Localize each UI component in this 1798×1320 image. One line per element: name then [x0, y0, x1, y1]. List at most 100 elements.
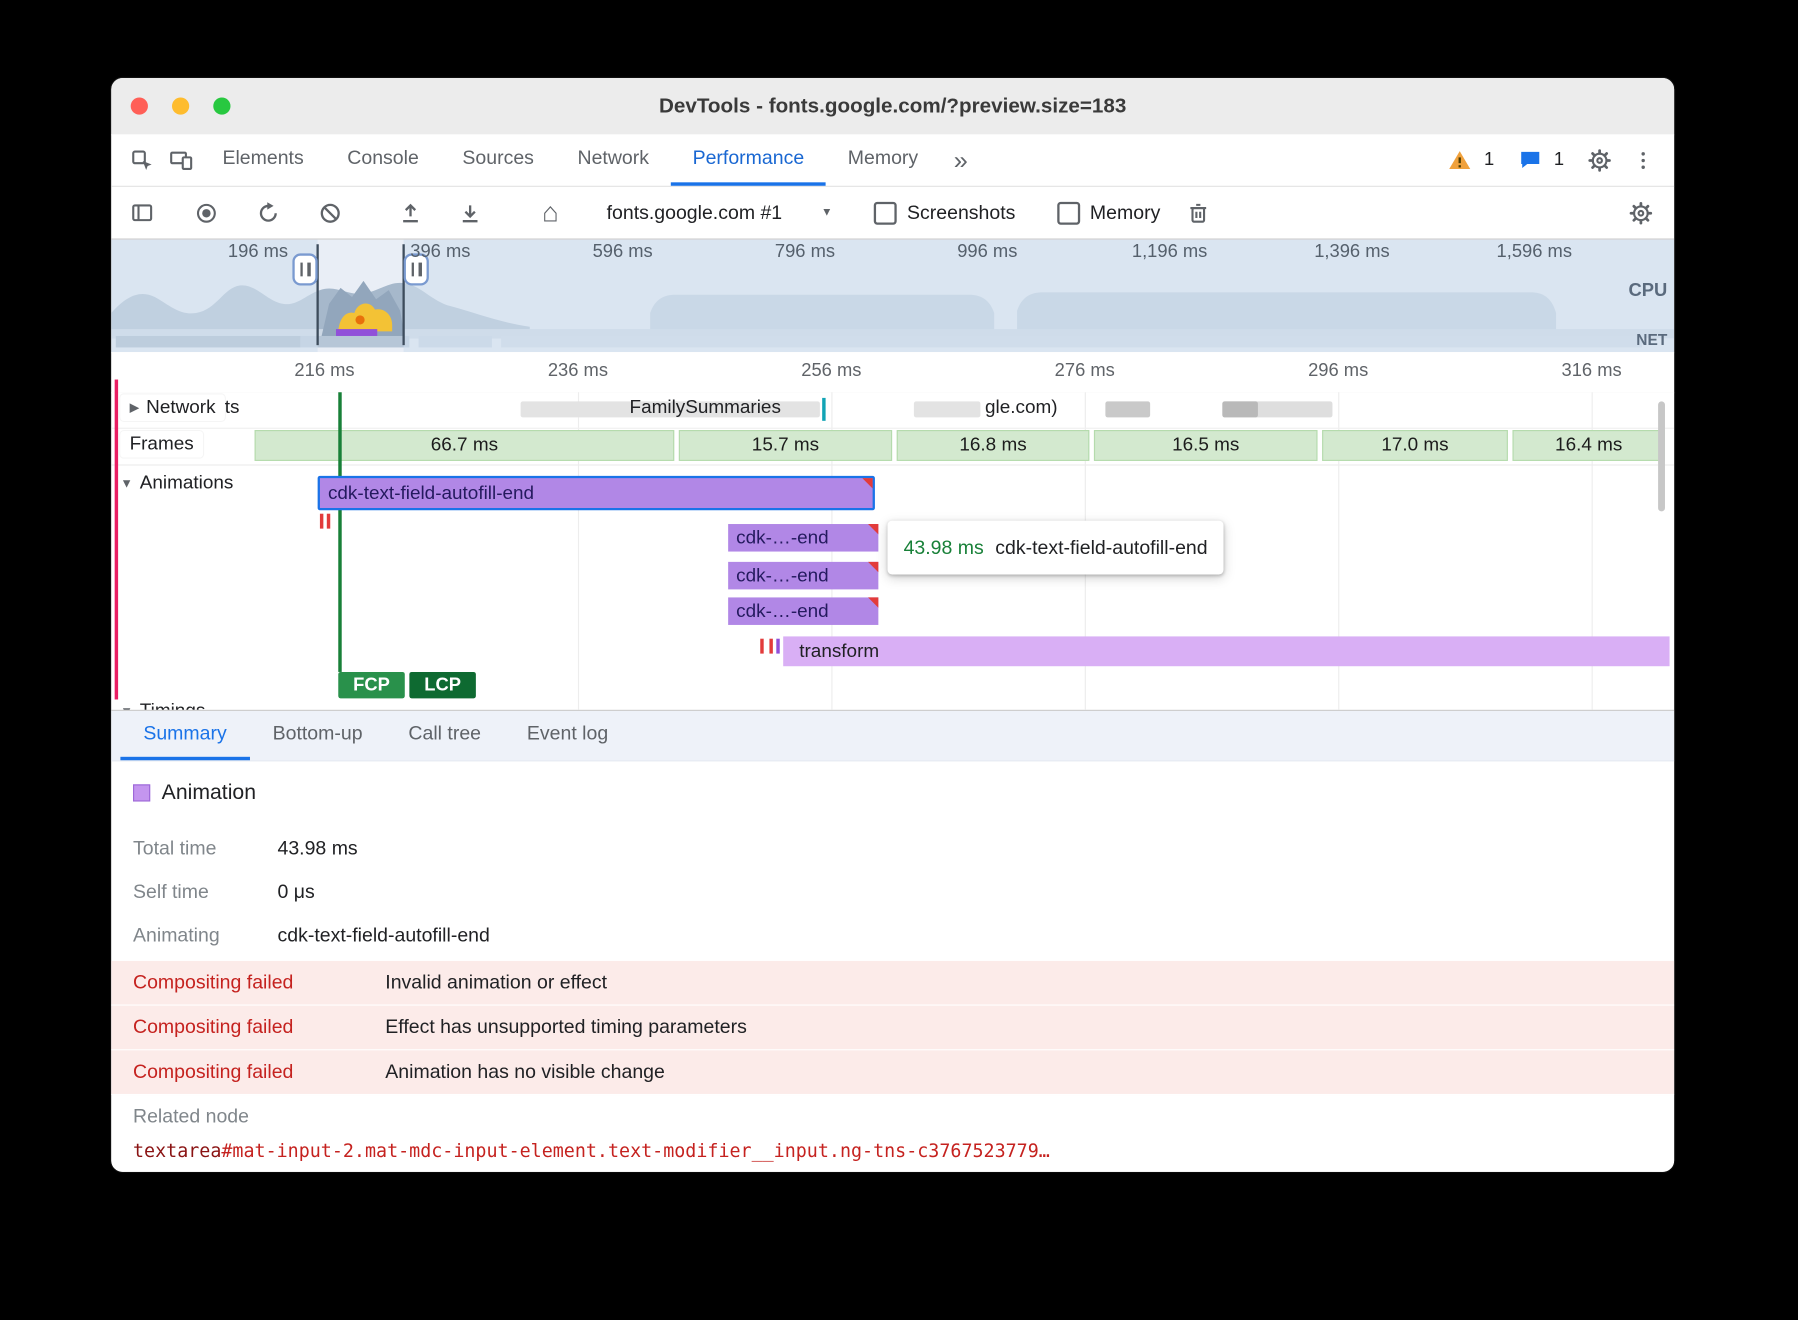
home-icon[interactable]: ⌂: [531, 193, 570, 232]
issues-message-icon[interactable]: [1510, 140, 1549, 179]
compositing-failed-label: Compositing failed: [133, 1016, 385, 1039]
history-caret-icon[interactable]: ▼: [821, 206, 832, 219]
network-request-label: ts: [225, 397, 240, 419]
tab-console[interactable]: Console: [326, 134, 441, 186]
lcp-badge[interactable]: LCP: [409, 672, 476, 698]
network-request-bar[interactable]: [1222, 401, 1258, 417]
kebab-menu-icon[interactable]: [1624, 140, 1663, 179]
collect-garbage-icon[interactable]: [1179, 193, 1218, 232]
tab-network[interactable]: Network: [556, 134, 671, 186]
vertical-scrollbar[interactable]: [1658, 401, 1665, 511]
network-track-header[interactable]: ▶ Network: [120, 394, 224, 420]
frame-duration: 17.0 ms: [1381, 435, 1448, 457]
timings-track-label: Timings: [140, 701, 206, 710]
tab-call-tree[interactable]: Call tree: [385, 711, 503, 760]
compositing-warning-row: Compositing failed Animation has no visi…: [111, 1050, 1674, 1095]
node-selector: #mat-input-2.mat-mdc-input-element.text-…: [221, 1140, 1049, 1162]
toggle-sidebar-icon[interactable]: [123, 193, 162, 232]
frame-duration: 16.4 ms: [1555, 435, 1622, 457]
node-tag-name: textarea: [133, 1140, 221, 1162]
save-profile-icon[interactable]: [451, 193, 490, 232]
overview-time-label: 196 ms: [228, 242, 288, 263]
expand-triangle-icon: ▼: [120, 705, 132, 710]
screen: DevTools - fonts.google.com/?preview.siz…: [0, 0, 1798, 1320]
ruler-time-label: 216 ms: [294, 361, 354, 382]
compositing-failed-reason: Effect has unsupported timing parameters: [385, 1016, 747, 1039]
minimize-button[interactable]: [172, 97, 189, 114]
animation-bar[interactable]: cdk-…-end: [728, 597, 878, 625]
fcp-badge[interactable]: FCP: [338, 672, 405, 698]
timings-track-header[interactable]: ▼ Timings: [120, 701, 205, 710]
ruler-time-label: 296 ms: [1308, 361, 1368, 382]
capture-settings-gear-icon[interactable]: [1621, 193, 1660, 232]
frames-track-label: Frames: [130, 433, 194, 455]
close-button[interactable]: [131, 97, 148, 114]
history-dropdown[interactable]: fonts.google.com #1: [607, 201, 783, 224]
tab-sources[interactable]: Sources: [441, 134, 556, 186]
performance-toolbar: ⌂ fonts.google.com #1 ▼ Screenshots Memo…: [111, 187, 1674, 240]
inspect-element-icon[interactable]: [123, 140, 162, 179]
frames-track-header[interactable]: Frames: [120, 431, 202, 457]
self-time-label: Self time: [133, 881, 209, 904]
more-panels-chevron-icon[interactable]: »: [940, 145, 982, 175]
frame-segment[interactable]: 16.4 ms: [1512, 430, 1665, 461]
tab-event-log[interactable]: Event log: [504, 711, 631, 760]
selection-left-handle[interactable]: [292, 253, 317, 285]
fcp-label: FCP: [353, 675, 390, 696]
expand-triangle-icon: ▼: [120, 476, 132, 490]
frame-segment[interactable]: 17.0 ms: [1322, 430, 1508, 461]
zoom-button[interactable]: [213, 97, 230, 114]
timeline-overview[interactable]: 196 ms 396 ms 596 ms 796 ms 996 ms 1,196…: [111, 240, 1674, 354]
animation-bar[interactable]: cdk-…-end: [728, 524, 878, 552]
reload-and-record-icon[interactable]: [249, 193, 288, 232]
compositing-failure-tick: [327, 514, 330, 529]
ruler-time-label: 256 ms: [801, 361, 861, 382]
device-toolbar-icon[interactable]: [162, 140, 201, 179]
tab-memory[interactable]: Memory: [826, 134, 940, 186]
frame-segment[interactable]: 15.7 ms: [679, 430, 892, 461]
compositing-warning-row: Compositing failed Effect has unsupporte…: [111, 1006, 1674, 1051]
memory-label[interactable]: Memory: [1090, 201, 1160, 224]
transform-animation-bar[interactable]: transform: [783, 636, 1669, 666]
network-request-bar[interactable]: [1105, 401, 1150, 417]
overview-time-label: 596 ms: [593, 242, 653, 263]
cpu-lane-label: CPU: [1629, 281, 1668, 302]
tab-elements[interactable]: Elements: [201, 134, 326, 186]
animations-track-header[interactable]: ▼ Animations: [120, 472, 233, 494]
frame-segment[interactable]: 16.8 ms: [897, 430, 1090, 461]
tab-summary[interactable]: Summary: [120, 711, 249, 760]
load-profile-icon[interactable]: [391, 193, 430, 232]
overview-time-label: 1,596 ms: [1497, 242, 1572, 263]
tab-performance[interactable]: Performance: [671, 134, 826, 186]
frame-segment[interactable]: 66.7 ms: [255, 430, 675, 461]
tab-bottom-up[interactable]: Bottom-up: [250, 711, 386, 760]
frame-segment[interactable]: 16.5 ms: [1094, 430, 1318, 461]
warning-count: 1: [1484, 150, 1494, 171]
frame-duration: 66.7 ms: [431, 435, 498, 457]
screenshots-checkbox[interactable]: [874, 201, 897, 224]
network-request-bar[interactable]: [914, 401, 981, 417]
clear-icon[interactable]: [311, 193, 350, 232]
animation-tooltip: 43.98 ms cdk-text-field-autofill-end: [888, 521, 1224, 575]
timeline-ruler: 216 ms 236 ms 256 ms 276 ms 296 ms 316 m…: [111, 352, 1674, 393]
related-node-link[interactable]: textarea#mat-input-2.mat-mdc-input-eleme…: [133, 1140, 1050, 1162]
screenshots-label[interactable]: Screenshots: [907, 201, 1015, 224]
message-count: 1: [1554, 150, 1564, 171]
summary-title: Animation: [162, 780, 256, 805]
flame-chart[interactable]: ts FamilySummaries gle.com) ▶ Network 66…: [111, 392, 1674, 710]
self-time-value: 0 μs: [277, 881, 314, 904]
network-track: ts FamilySummaries gle.com) ▶ Network: [111, 392, 1674, 429]
animating-value: cdk-text-field-autofill-end: [277, 924, 489, 947]
animation-bar-selected[interactable]: cdk-text-field-autofill-end: [318, 476, 875, 510]
titlebar: DevTools - fonts.google.com/?preview.siz…: [111, 78, 1674, 135]
settings-gear-icon[interactable]: [1580, 140, 1619, 179]
animation-bar[interactable]: cdk-…-end: [728, 562, 878, 590]
devtools-window: DevTools - fonts.google.com/?preview.siz…: [111, 78, 1674, 1172]
frame-duration: 16.5 ms: [1172, 435, 1239, 457]
animation-bar-label: transform: [783, 640, 879, 662]
memory-checkbox[interactable]: [1057, 201, 1080, 224]
record-icon[interactable]: [187, 193, 226, 232]
warning-icon[interactable]: [1440, 140, 1479, 179]
ruler-time-label: 276 ms: [1055, 361, 1115, 382]
compositing-warning-row: Compositing failed Invalid animation or …: [111, 961, 1674, 1006]
